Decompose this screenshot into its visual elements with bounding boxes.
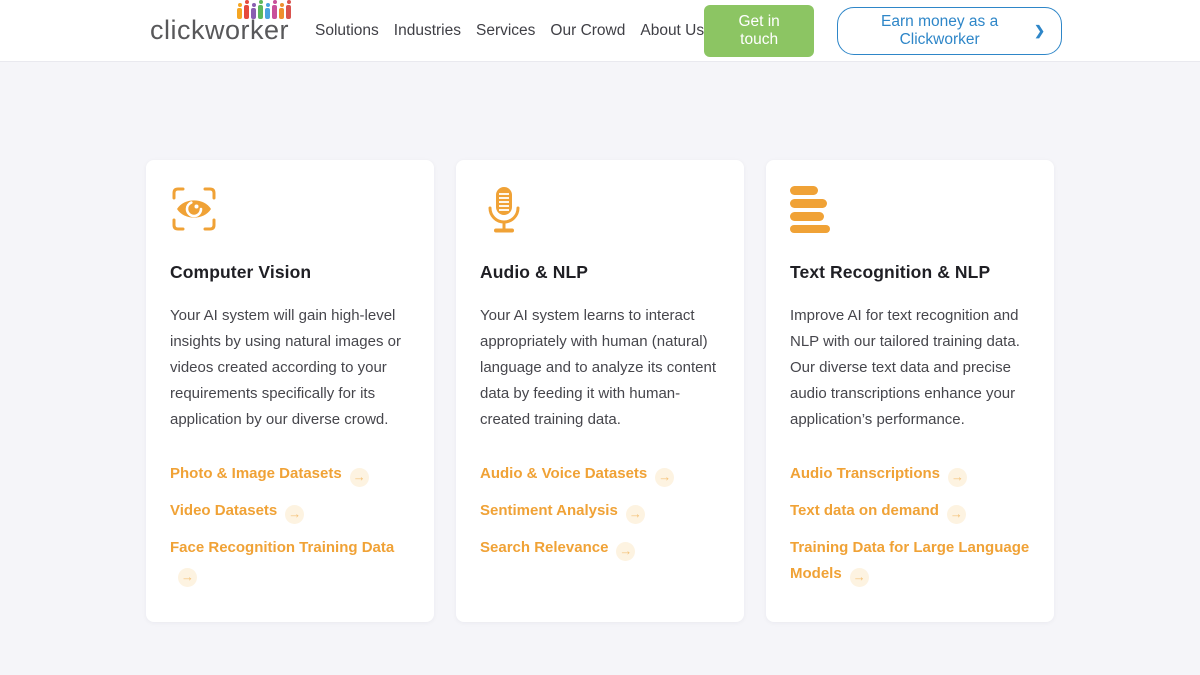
nav-item-about-us[interactable]: About Us — [640, 16, 704, 46]
arrow-right-icon: → — [655, 468, 674, 487]
arrow-right-icon: → — [626, 505, 645, 524]
link-audio-voice-datasets[interactable]: Audio & Voice Datasets→ — [480, 461, 720, 487]
nav-item-our-crowd[interactable]: Our Crowd — [550, 16, 625, 46]
link-training-data-llm[interactable]: Training Data for Large Language Models→ — [790, 535, 1030, 587]
arrow-right-icon: → — [285, 505, 304, 524]
link-search-relevance[interactable]: Search Relevance→ — [480, 535, 720, 561]
clickworker-logo[interactable]: clickworker — [150, 17, 289, 44]
link-sentiment-analysis[interactable]: Sentiment Analysis→ — [480, 498, 720, 524]
link-audio-transcriptions[interactable]: Audio Transcriptions→ — [790, 461, 1030, 487]
card-links: Audio Transcriptions→ Text data on deman… — [790, 461, 1030, 587]
microphone-icon — [480, 185, 720, 233]
card-title: Audio & NLP — [480, 262, 720, 283]
arrow-right-icon: → — [616, 542, 635, 561]
card-title: Text Recognition & NLP — [790, 262, 1030, 283]
header-actions: Get in touch Earn money as a Clickworker… — [704, 5, 1062, 57]
card-title: Computer Vision — [170, 262, 410, 283]
service-cards-row: Computer Vision Your AI system will gain… — [0, 160, 1200, 622]
card-text-recognition-nlp: Text Recognition & NLP Improve AI for te… — [766, 160, 1054, 622]
arrow-right-icon: → — [948, 468, 967, 487]
card-links: Photo & Image Datasets→ Video Datasets→ … — [170, 461, 410, 587]
main-nav: Solutions Industries Services Our Crowd … — [315, 16, 704, 46]
logo-people-icon — [237, 3, 291, 19]
nav-item-services[interactable]: Services — [476, 16, 535, 46]
arrow-right-icon: → — [947, 505, 966, 524]
nav-item-solutions[interactable]: Solutions — [315, 16, 379, 46]
top-navigation-bar: clickworker Solutions Industries Service… — [0, 0, 1200, 62]
card-description: Improve AI for text recognition and NLP … — [790, 303, 1030, 433]
card-computer-vision: Computer Vision Your AI system will gain… — [146, 160, 434, 622]
nav-item-industries[interactable]: Industries — [394, 16, 461, 46]
chevron-right-icon: ❯ — [1034, 23, 1045, 39]
get-in-touch-button[interactable]: Get in touch — [704, 5, 814, 57]
link-video-datasets[interactable]: Video Datasets→ — [170, 498, 410, 524]
earn-money-label: Earn money as a Clickworker — [854, 13, 1025, 49]
link-face-recognition-training-data[interactable]: Face Recognition Training Data→ — [170, 535, 410, 587]
card-audio-nlp: Audio & NLP Your AI system learns to int… — [456, 160, 744, 622]
link-text-data-on-demand[interactable]: Text data on demand→ — [790, 498, 1030, 524]
link-photo-image-datasets[interactable]: Photo & Image Datasets→ — [170, 461, 410, 487]
logo-text: clickworker — [150, 17, 289, 44]
card-description: Your AI system learns to interact approp… — [480, 303, 720, 433]
arrow-right-icon: → — [350, 468, 369, 487]
card-links: Audio & Voice Datasets→ Sentiment Analys… — [480, 461, 720, 561]
earn-money-button[interactable]: Earn money as a Clickworker ❯ — [837, 7, 1062, 55]
eye-scan-icon — [170, 185, 410, 233]
arrow-right-icon: → — [850, 568, 869, 587]
card-description: Your AI system will gain high-level insi… — [170, 303, 410, 433]
arrow-right-icon: → — [178, 568, 197, 587]
text-lines-icon — [790, 185, 1030, 233]
